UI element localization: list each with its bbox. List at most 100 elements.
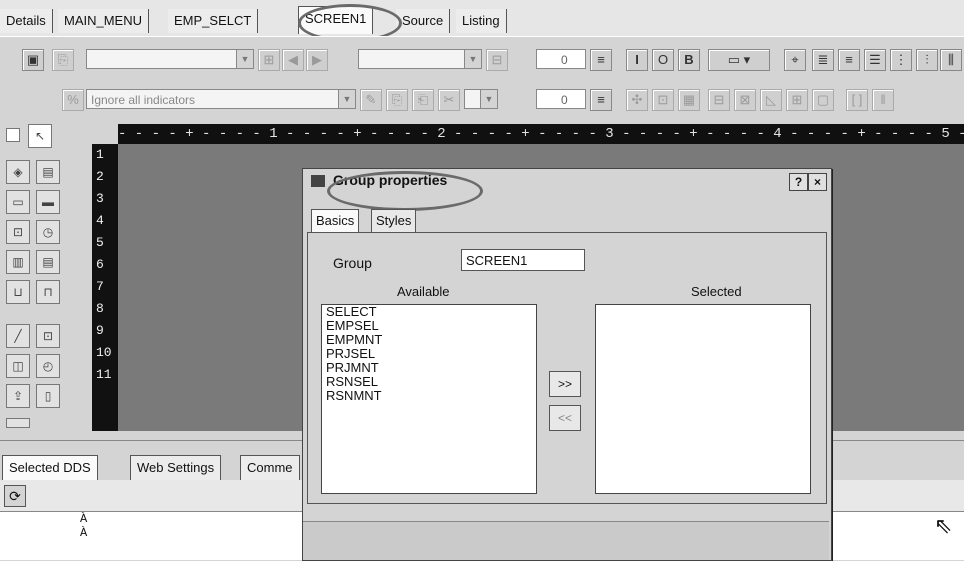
stepper-icon[interactable]: ≡ [590, 49, 612, 71]
indicator-combo[interactable]: Ignore all indicators ▼ [86, 89, 356, 109]
tab-comments[interactable]: Comme [240, 455, 300, 480]
tab-screen1[interactable]: SCREEN1 [298, 6, 374, 34]
indicator-icon[interactable]: % [62, 89, 84, 111]
edit-icon[interactable]: ✎ [360, 89, 382, 111]
line-number: 2 [96, 169, 104, 184]
field-tool-icon[interactable]: ▬ [36, 190, 60, 214]
dialog-app-icon [311, 175, 325, 187]
window-tool-icon[interactable]: ⊡ [36, 324, 60, 348]
group-label: Group [333, 255, 372, 271]
tab-main-menu[interactable]: MAIN_MENU [58, 9, 150, 33]
help-tool-icon[interactable]: ⇪ [6, 384, 30, 408]
box-icon[interactable]: ▢ [812, 89, 834, 111]
insert-icon[interactable]: ⊞ [258, 49, 280, 71]
grid-icon[interactable]: ⊟ [486, 49, 508, 71]
window-icon[interactable]: ▣ [22, 49, 44, 71]
spacing2-icon[interactable]: ⫶ [916, 49, 938, 71]
line-number: 6 [96, 257, 104, 272]
tab-web-settings[interactable]: Web Settings [130, 455, 222, 480]
list-item[interactable]: EMPMNT [322, 333, 536, 347]
line-number: 11 [96, 367, 112, 382]
tab-styles[interactable]: Styles [371, 209, 417, 232]
remove-selected-button[interactable]: << [549, 405, 581, 431]
record-combo[interactable]: ▼ [358, 49, 482, 69]
mouse-tool-icon[interactable]: ▯ [36, 384, 60, 408]
keyword-icon[interactable]: ✣ [626, 89, 648, 111]
cut-icon[interactable]: ✂ [438, 89, 460, 111]
list-item[interactable]: PRJMNT [322, 361, 536, 375]
more-icon[interactable]: ⫼ [940, 49, 962, 71]
both-field-button[interactable]: B [678, 49, 700, 71]
window-def-icon[interactable]: ⊡ [652, 89, 674, 111]
list-item[interactable]: RSNMNT [322, 389, 536, 403]
date-tool-icon[interactable]: ⊡ [6, 220, 30, 244]
align-left-icon[interactable]: ≣ [812, 49, 834, 71]
line-tool-icon[interactable]: ╱ [6, 324, 30, 348]
list-item[interactable]: EMPSEL [322, 319, 536, 333]
pointer-icon[interactable]: ↖ [28, 124, 52, 148]
group-properties-dialog: Group properties ? × Basics Styles Group… [302, 168, 832, 561]
list-item[interactable]: RSNSEL [322, 375, 536, 389]
add-selected-button[interactable]: >> [549, 371, 581, 397]
line-number: 10 [96, 345, 112, 360]
screen-tool-icon[interactable]: ▤ [36, 160, 60, 184]
prev-icon[interactable]: ◀ [282, 49, 304, 71]
menu-tool-icon[interactable]: ▥ [6, 250, 30, 274]
align-right-icon[interactable]: ☰ [864, 49, 886, 71]
selected-list[interactable] [595, 304, 811, 494]
tab-basics[interactable]: Basics [311, 209, 360, 232]
list-item[interactable]: PRJSEL [322, 347, 536, 361]
available-list[interactable]: SELECT EMPSEL EMPMNT PRJSEL PRJMNT RSNSE… [321, 304, 537, 494]
list-item[interactable]: SELECT [322, 305, 536, 319]
indicator-combo-text: Ignore all indicators [91, 93, 196, 107]
spacing-icon[interactable]: ⋮ [890, 49, 912, 71]
tab-source[interactable]: Source [396, 9, 451, 33]
subfile-icon[interactable]: ▦ [678, 89, 700, 111]
record-icon[interactable]: ⊟ [708, 89, 730, 111]
stepper2-icon[interactable]: ≡ [590, 89, 612, 111]
help-button[interactable]: ? [789, 173, 808, 191]
output-field-button[interactable]: O [652, 49, 674, 71]
time-tool-icon[interactable]: ◷ [36, 220, 60, 244]
scroll-tool-icon[interactable]: ◫ [6, 354, 30, 378]
column-stepper[interactable]: 0 [536, 89, 586, 109]
bars-icon[interactable]: ‖ [872, 89, 894, 111]
row-stepper[interactable]: 0 [536, 49, 586, 69]
small-combo[interactable]: ▼ [464, 89, 498, 109]
select-checkbox[interactable] [6, 128, 20, 142]
record-tool-icon[interactable]: ◈ [6, 160, 30, 184]
tool-palette: ↖ ◈ ▤ ▭ ▬ ⊡ ◷ ▥ ▤ ⊔ ⊓ ╱ ⊡ ◫ ◴ ⇪ ▯ [0, 116, 92, 440]
refresh-icon[interactable]: ⟳ [4, 485, 26, 507]
tab-emp-selct[interactable]: EMP_SELCT [168, 9, 259, 33]
close-button[interactable]: × [808, 173, 827, 191]
selected-label: Selected [691, 284, 742, 299]
line-number: 4 [96, 213, 104, 228]
tab-details[interactable]: Details [0, 9, 53, 33]
table-icon[interactable]: ⊠ [734, 89, 756, 111]
tab-selected-dds[interactable]: Selected DDS [2, 455, 98, 480]
align-icon[interactable]: ⌖ [784, 49, 806, 71]
line-number: 3 [96, 191, 104, 206]
group-name-field[interactable]: SCREEN1 [461, 249, 585, 271]
field-combo[interactable]: ▼ [86, 49, 254, 69]
copy-icon[interactable]: ⎘ [386, 89, 408, 111]
align-center-icon[interactable]: ≡ [838, 49, 860, 71]
next-icon[interactable]: ▶ [306, 49, 328, 71]
image-icon[interactable]: ⊞ [786, 89, 808, 111]
color-picker-icon[interactable]: ▭ ▾ [708, 49, 770, 71]
misc-tool-icon[interactable] [6, 418, 30, 428]
format-icon[interactable]: ⎘ [52, 49, 74, 71]
draw-icon[interactable]: ◺ [760, 89, 782, 111]
bracket-icon[interactable]: [ ] [846, 89, 868, 111]
paste-icon[interactable]: ⎗ [412, 89, 434, 111]
list-tool-icon[interactable]: ▤ [36, 250, 60, 274]
clock-tool-icon[interactable]: ◴ [36, 354, 60, 378]
dialog-titlebar[interactable]: Group properties ? × [303, 169, 831, 193]
tab-listing[interactable]: Listing [456, 9, 507, 33]
push-tool-icon[interactable]: ⊔ [6, 280, 30, 304]
input-field-button[interactable]: I [626, 49, 648, 71]
available-label: Available [397, 284, 450, 299]
line-number: 1 [96, 147, 104, 162]
text-tool-icon[interactable]: ▭ [6, 190, 30, 214]
choice-tool-icon[interactable]: ⊓ [36, 280, 60, 304]
